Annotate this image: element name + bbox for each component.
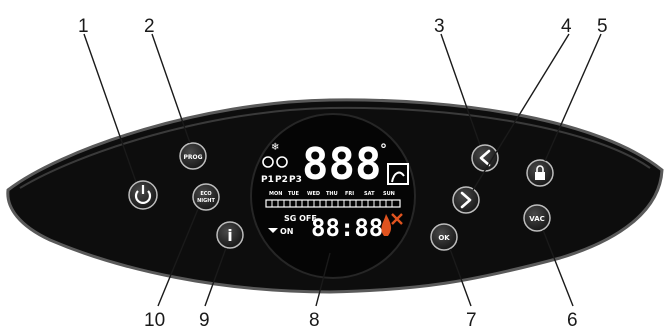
lcd-day-mon: MON: [269, 191, 282, 197]
ok-button[interactable]: OK: [430, 223, 458, 251]
thermostat-diagram: ❄ 888 ° P1 P2 P3 MON TUE WED THU FRI SAT…: [6, 16, 664, 331]
prog-button-label: PROG: [183, 154, 202, 161]
callout-6: 6: [567, 310, 578, 331]
lcd-day-thu: THU: [326, 191, 338, 197]
callout-1: 1: [78, 16, 89, 37]
prog-button[interactable]: PROG: [179, 142, 207, 170]
lcd-day-sun: SUN: [383, 191, 395, 197]
lcd-day-wed: WED: [307, 191, 320, 197]
callout-9: 9: [199, 310, 210, 331]
callout-4: 4: [561, 16, 572, 37]
lcd-timeline-ticks: [271, 200, 393, 207]
callout-2: 2: [144, 16, 155, 37]
power-button[interactable]: [128, 180, 158, 210]
lcd-day-fri: FRI: [345, 191, 354, 197]
lcd-day-tue: TUE: [288, 191, 299, 197]
info-button-label: i: [227, 226, 232, 245]
lcd-program-3: P3: [289, 175, 302, 185]
callout-5: 5: [597, 16, 608, 37]
lcd-program-2: P2: [275, 175, 288, 185]
left-arrow-button[interactable]: [471, 144, 499, 172]
snowflake-icon: ❄: [271, 142, 279, 153]
callout-7: 7: [466, 310, 477, 331]
vac-button-label: VAC: [529, 215, 545, 223]
night-button-label: NIGHT: [197, 198, 215, 204]
callout-8: 8: [309, 310, 320, 331]
lcd-day-sat: SAT: [364, 191, 375, 197]
vac-button[interactable]: VAC: [523, 204, 551, 232]
lcd-degree: °: [380, 142, 387, 158]
ok-button-label: OK: [438, 234, 450, 242]
callout-10: 10: [144, 310, 165, 331]
lcd-program-1: P1: [261, 175, 274, 185]
lcd-on: ON: [280, 227, 294, 236]
lock-button[interactable]: [526, 159, 554, 187]
eco-button-label: ECO: [200, 191, 211, 197]
eco-night-button[interactable]: ECO NIGHT: [192, 183, 220, 211]
lcd-time-digits: 88:88: [311, 214, 383, 242]
right-arrow-button[interactable]: [452, 186, 480, 214]
lcd-main-digits: 888: [302, 139, 381, 190]
info-button[interactable]: i: [216, 221, 244, 249]
callout-3: 3: [434, 16, 445, 37]
